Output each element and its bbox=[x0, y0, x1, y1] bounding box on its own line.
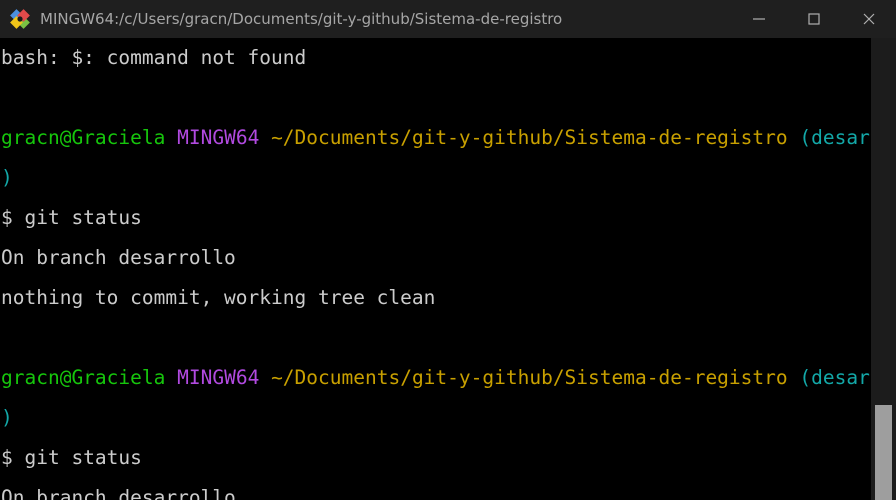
terminal-output-line: On branch desarrollo bbox=[1, 238, 871, 278]
terminal-output-line: On branch desarrollo bbox=[1, 478, 871, 500]
prompt-shell-name: MINGW64 bbox=[177, 366, 260, 389]
window-title: MINGW64:/c/Users/gracn/Documents/git-y-g… bbox=[40, 10, 563, 28]
terminal-prompt-line: gracn@Graciela MINGW64 ~/Documents/git-y… bbox=[1, 118, 871, 158]
terminal-command-line: $ git status bbox=[1, 198, 871, 238]
scrollbar-thumb[interactable] bbox=[875, 405, 892, 500]
terminal-output-line: bash: $: command not found bbox=[1, 38, 871, 78]
prompt-branch: (desarrollo bbox=[799, 126, 871, 149]
prompt-branch-close: ) bbox=[1, 166, 13, 189]
maximize-button[interactable] bbox=[786, 0, 841, 38]
terminal-line-text: bash: $: command not found bbox=[1, 46, 307, 69]
mintty-terminal-window: MINGW64:/c/Users/gracn/Documents/git-y-g… bbox=[0, 0, 896, 500]
prompt-user-host: gracn@Graciela bbox=[1, 366, 166, 389]
terminal-line-text: nothing to commit, working tree clean bbox=[1, 286, 436, 309]
prompt-path: ~/Documents/git-y-github/Sistema-de-regi… bbox=[271, 126, 788, 149]
terminal-line-text: $ git status bbox=[1, 446, 142, 469]
terminal-scrollbar[interactable] bbox=[871, 38, 896, 500]
terminal-prompt-wrap-line: ) bbox=[1, 158, 871, 198]
prompt-path: ~/Documents/git-y-github/Sistema-de-regi… bbox=[271, 366, 788, 389]
minimize-button[interactable] bbox=[731, 0, 786, 38]
prompt-user-host: gracn@Graciela bbox=[1, 126, 166, 149]
prompt-branch-close: ) bbox=[1, 406, 13, 429]
terminal-output: bash: $: command not found gracn@Graciel… bbox=[0, 38, 871, 500]
window-controls bbox=[731, 0, 896, 38]
terminal-prompt-line: gracn@Graciela MINGW64 ~/Documents/git-y… bbox=[1, 358, 871, 398]
prompt-branch: (desarrollo bbox=[799, 366, 871, 389]
terminal-screen[interactable]: bash: $: command not found gracn@Graciel… bbox=[0, 38, 871, 500]
terminal-line-text: On branch desarrollo bbox=[1, 486, 236, 500]
terminal-output-line: nothing to commit, working tree clean bbox=[1, 278, 871, 318]
terminal-line-text: $ git status bbox=[1, 206, 142, 229]
terminal-prompt-wrap-line: ) bbox=[1, 398, 871, 438]
prompt-shell-name: MINGW64 bbox=[177, 126, 260, 149]
terminal-command-line: $ git status bbox=[1, 438, 871, 478]
close-button[interactable] bbox=[841, 0, 896, 38]
mingw-diamond-logo-icon bbox=[8, 7, 32, 31]
terminal-line-text: On branch desarrollo bbox=[1, 246, 236, 269]
title-bar[interactable]: MINGW64:/c/Users/gracn/Documents/git-y-g… bbox=[0, 0, 896, 38]
